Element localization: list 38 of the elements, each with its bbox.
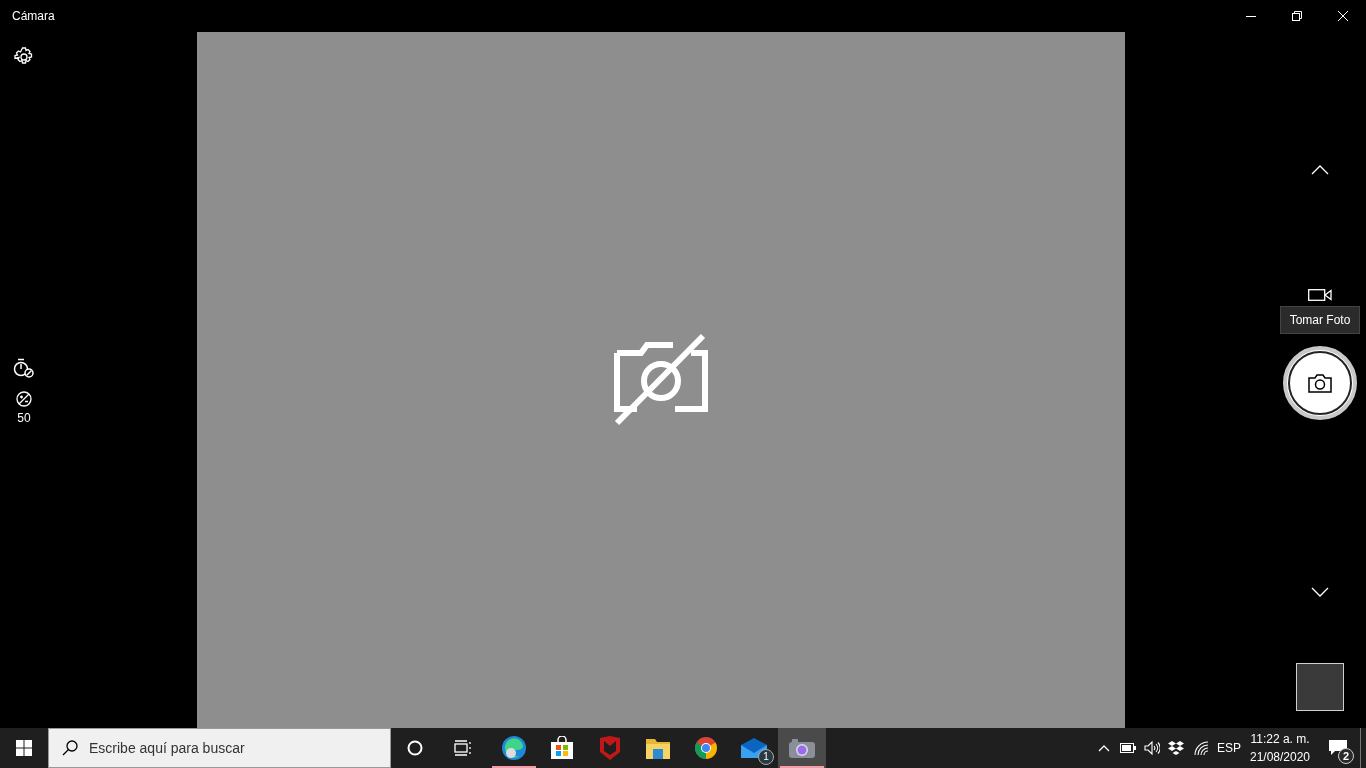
battery-icon <box>1120 743 1136 753</box>
shield-icon <box>599 736 621 760</box>
camera-icon <box>1308 373 1332 393</box>
speaker-icon <box>1144 741 1160 755</box>
windows-icon <box>16 740 32 756</box>
box-logo-icon <box>1168 741 1184 755</box>
shopping-bag-icon <box>550 736 574 760</box>
wave-logo-icon <box>501 735 527 761</box>
close-icon <box>1338 11 1348 21</box>
exposure-value: 50 <box>17 410 31 426</box>
search-field[interactable]: Escribe aquí para buscar <box>48 728 391 768</box>
chevron-up-icon <box>1311 165 1329 175</box>
wifi-icon <box>1193 740 1209 756</box>
round-logo-icon <box>694 736 718 760</box>
minimize-icon <box>1246 15 1256 17</box>
stopwatch-icon <box>13 358 35 378</box>
task-view-icon <box>454 740 472 756</box>
input-language[interactable]: ESP <box>1214 739 1244 757</box>
clock[interactable]: 11:22 a. m. 21/08/2020 <box>1244 728 1316 768</box>
notification-count-badge: 2 <box>1338 748 1354 764</box>
settings-icon <box>14 47 34 67</box>
chevron-down-icon <box>1311 587 1329 597</box>
chevron-up-icon <box>1098 744 1110 752</box>
search-icon <box>62 740 78 756</box>
folder-icon <box>646 737 670 759</box>
restore-icon <box>1292 11 1302 21</box>
camera-icon <box>789 738 815 758</box>
notifications-button[interactable]: 2 <box>1316 728 1360 768</box>
video-mode-button[interactable] <box>1306 287 1334 303</box>
video-camera-icon <box>1308 289 1332 301</box>
window-title: Cámara <box>11 8 56 25</box>
taskbar-app[interactable]: 1 <box>730 728 778 768</box>
unread-count-badge: 1 <box>758 749 774 765</box>
envelope-icon <box>741 738 767 758</box>
tooltip: Tomar Foto <box>1279 306 1361 334</box>
exposure-button[interactable] <box>15 390 33 408</box>
circle-icon <box>407 740 423 756</box>
last-photo-thumbnail[interactable] <box>1296 663 1344 711</box>
